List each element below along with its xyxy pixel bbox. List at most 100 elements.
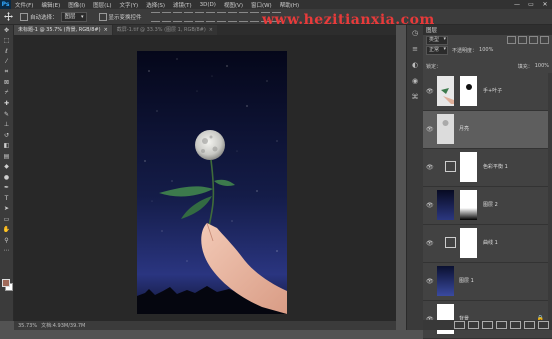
show-transform-checkbox[interactable] [98,12,107,21]
layer-curves[interactable]: 👁 曲线 1 [423,225,552,263]
type-tool-icon[interactable]: T [0,193,13,204]
menu-view[interactable]: 视图(V) [220,1,247,9]
brush-tool-icon[interactable]: ✎ [0,109,13,120]
align-left-icon[interactable] [183,11,193,22]
zoom-tool-icon[interactable]: ⚲ [0,235,13,246]
distribute-middle-icon[interactable] [227,11,237,22]
move-tool-icon[interactable] [2,11,14,22]
layer-hand-leaves[interactable]: 👁 手+叶子 [423,73,552,111]
filter-shape-icon[interactable] [540,36,549,44]
add-style-icon[interactable] [468,321,479,329]
clone-stamp-tool-icon[interactable]: ⊥ [0,120,13,131]
align-right-icon[interactable] [205,11,215,22]
tools-panel: ✥ ⬚ ℓ ⁄ ⌗ ⊠ ⌿ ✚ ✎ ⊥ ↺ ◧ ▤ ◆ ● ✒ T ➤ ▭ ✋ … [0,25,14,321]
distribute-bottom-icon[interactable] [238,11,248,22]
menu-image[interactable]: 图像(I) [64,1,89,9]
menu-edit[interactable]: 编辑(E) [37,1,64,9]
menu-filter[interactable]: 滤镜(T) [169,1,196,9]
link-layers-icon[interactable] [454,321,465,329]
frame-tool-icon[interactable]: ⊠ [0,78,13,89]
color-icon[interactable]: ◉ [407,73,423,89]
add-mask-icon[interactable] [482,321,493,329]
eyedropper-tool-icon[interactable]: ⌿ [0,88,13,99]
new-group-icon[interactable] [510,321,521,329]
delete-layer-icon[interactable] [538,321,549,329]
properties-icon[interactable]: ≡ [407,41,423,57]
close-tab-icon[interactable]: × [209,27,213,33]
layers-tab[interactable]: 图层 [426,26,437,34]
marquee-tool-icon[interactable]: ⬚ [0,36,13,47]
adjustments-icon[interactable]: ◐ [407,57,423,73]
new-layer-icon[interactable] [524,321,535,329]
healing-brush-tool-icon[interactable]: ✚ [0,99,13,110]
blur-tool-icon[interactable]: ◆ [0,162,13,173]
menu-layer[interactable]: 图层(L) [89,1,115,9]
visibility-eye-icon[interactable]: 👁 [426,126,434,133]
visibility-eye-icon[interactable]: 👁 [426,88,434,95]
document-canvas[interactable] [137,51,287,314]
lasso-tool-icon[interactable]: ℓ [0,46,13,57]
tab-document-1[interactable]: 未标题-1 @ 35.7% (背景, RGB/8#) × [14,25,112,35]
layer-moon[interactable]: 👁 月亮 [423,111,552,149]
crop-tool-icon[interactable]: ⌗ [0,67,13,78]
menu-help[interactable]: 帮助(H) [276,1,303,9]
layer-color-balance[interactable]: 👁 色彩平衡 1 [423,149,552,187]
paths-icon[interactable]: ⌘ [407,89,423,105]
dodge-tool-icon[interactable]: ● [0,172,13,183]
layer-1[interactable]: 👁 图层 1 [423,263,552,301]
zoom-level[interactable]: 35.73% [18,323,37,329]
layer-mask-thumbnail[interactable] [460,76,477,106]
layer-mask-thumbnail[interactable] [460,228,477,258]
tab-document-2[interactable]: 截屏-1.tif @ 33.3% (图层 1, RGB/8#) × [112,25,217,35]
align-bottom-icon[interactable] [172,11,182,22]
align-center-icon[interactable] [194,11,204,22]
filter-adjust-icon[interactable] [518,36,527,44]
auto-select-label: 自动选择： [30,14,58,21]
menu-file[interactable]: 文件(F) [11,1,37,9]
blend-mode-dropdown[interactable]: 正常 [426,45,449,55]
layer-filter-dropdown[interactable]: 类型 [426,35,449,45]
gradient-tool-icon[interactable]: ▤ [0,151,13,162]
layer-name: 曲线 1 [483,240,498,246]
hand-tool-icon[interactable]: ✋ [0,225,13,236]
move-tool-icon[interactable]: ✥ [0,25,13,36]
align-middle-icon[interactable] [161,11,171,22]
layer-2[interactable]: 👁 图层 2 [423,187,552,225]
fill-value[interactable]: 100% [535,63,549,69]
history-brush-tool-icon[interactable]: ↺ [0,130,13,141]
layers-scrollbar[interactable] [548,73,552,320]
path-select-tool-icon[interactable]: ➤ [0,204,13,215]
auto-select-dropdown[interactable]: 图层 [60,11,87,22]
minimize-button[interactable]: — [510,1,524,8]
new-adjustment-icon[interactable] [496,321,507,329]
eraser-tool-icon[interactable]: ◧ [0,141,13,152]
visibility-eye-icon[interactable]: 👁 [426,164,434,171]
visibility-eye-icon[interactable]: 👁 [426,278,434,285]
menu-window[interactable]: 窗口(W) [247,1,276,9]
foreground-color-swatch[interactable] [2,279,10,287]
rectangle-tool-icon[interactable]: ▭ [0,214,13,225]
distribute-left-icon[interactable] [249,11,259,22]
filter-type-icon[interactable] [529,36,538,44]
quick-select-tool-icon[interactable]: ⁄ [0,57,13,68]
history-icon[interactable]: ◷ [407,25,423,41]
align-top-icon[interactable] [150,11,160,22]
menu-3d[interactable]: 3D(D) [196,2,220,8]
auto-select-checkbox[interactable] [20,12,28,21]
opacity-label: 不透明度： [452,47,478,54]
menu-select[interactable]: 选择(S) [142,1,169,9]
opacity-value[interactable]: 100% [479,47,493,53]
filter-icons [505,36,549,44]
layer-mask-thumbnail[interactable] [460,152,477,182]
filter-pixel-icon[interactable] [507,36,516,44]
visibility-eye-icon[interactable]: 👁 [426,240,434,247]
layer-mask-thumbnail[interactable] [460,190,477,220]
close-button[interactable]: ✕ [538,1,552,8]
more-tools-icon[interactable]: ⋯ [0,246,13,257]
pen-tool-icon[interactable]: ✒ [0,183,13,194]
maximize-button[interactable]: ▭ [524,1,538,8]
menu-type[interactable]: 文字(Y) [116,1,143,9]
distribute-top-icon[interactable] [216,11,226,22]
visibility-eye-icon[interactable]: 👁 [426,202,434,209]
close-tab-icon[interactable]: × [104,27,108,33]
